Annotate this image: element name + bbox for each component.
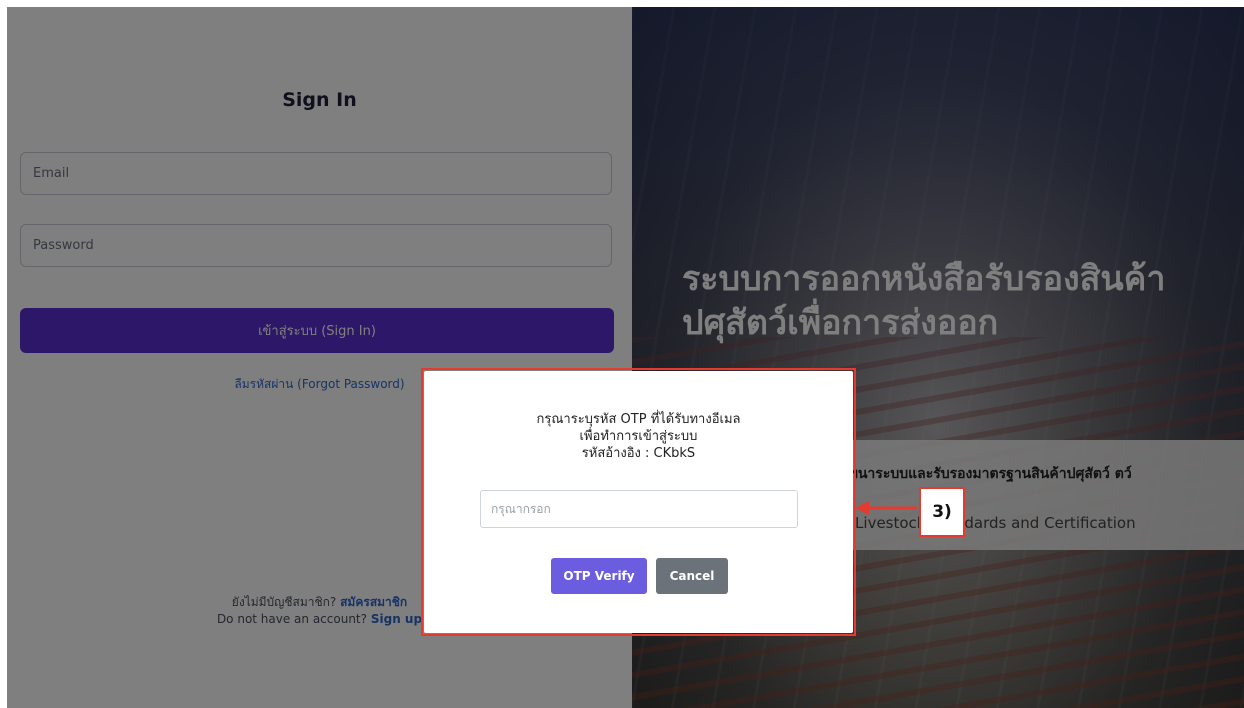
otp-input[interactable]: กรุณากรอก xyxy=(480,490,798,528)
cancel-button[interactable]: Cancel xyxy=(656,558,728,594)
annotation-arrow-icon xyxy=(855,501,917,515)
otp-message-line2: เพื่อทำการเข้าสู่ระบบ xyxy=(579,429,698,444)
otp-reference-code: รหัสอ้างอิง : CKbkS xyxy=(581,446,696,461)
annotation-label: 3) xyxy=(919,487,965,537)
otp-modal-highlight: กรุณาระบุรหัส OTP ที่ได้รับทางอีเมล เพื่… xyxy=(421,368,856,636)
otp-message-line1: กรุณาระบุรหัส OTP ที่ได้รับทางอีเมล xyxy=(536,412,741,427)
otp-modal: กรุณาระบุรหัส OTP ที่ได้รับทางอีเมล เพื่… xyxy=(424,371,853,633)
otp-verify-button[interactable]: OTP Verify xyxy=(551,558,647,594)
otp-placeholder: กรุณากรอก xyxy=(491,501,551,516)
login-page: Sign In Email Password เข้าสู่ระบบ (Sign… xyxy=(7,7,1244,708)
